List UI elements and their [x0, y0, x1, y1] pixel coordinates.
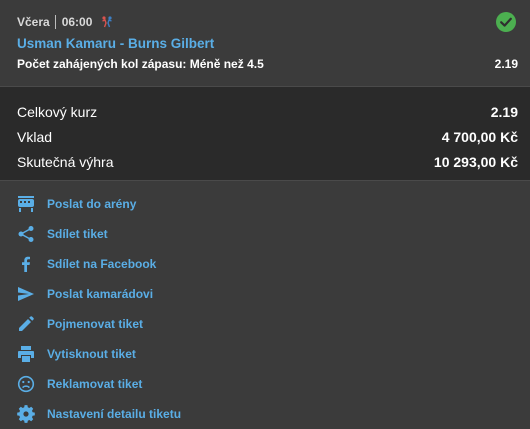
win-label: Skutečná výhra [17, 154, 114, 170]
bet-time: 06:00 [61, 15, 93, 29]
arena-icon [18, 196, 34, 212]
total-odds-label: Celkový kurz [17, 104, 98, 120]
complain-ticket-button[interactable]: Reklamovat tiket [17, 374, 142, 394]
action-label: Sdílet tiket [47, 227, 108, 241]
meta-divider [54, 15, 56, 29]
check-circle-icon [496, 12, 516, 32]
send-to-friend-button[interactable]: Poslat kamarádovi [17, 284, 153, 304]
rename-ticket-button[interactable]: Pojmenovat tiket [17, 314, 143, 334]
sport-icon [102, 16, 113, 28]
ticket-detail-settings-button[interactable]: Nastavení detailu tiketu [17, 404, 181, 424]
market-label: Počet zahájených kol zápasu: Méně než 4.… [17, 57, 264, 71]
total-odds-value: 2.19 [490, 104, 518, 120]
ticket-summary: Celkový kurz 2.19 Vklad 4 700,00 Kč Skut… [0, 86, 530, 181]
print-ticket-button[interactable]: Vytisknout tiket [17, 344, 136, 364]
match-name[interactable]: Usman Kamaru - Burns Gilbert [17, 36, 214, 51]
sad-face-icon [17, 375, 35, 393]
pencil-icon [19, 316, 34, 331]
win-value: 10 293,00 Kč [433, 154, 518, 170]
stake-label: Vklad [17, 129, 53, 145]
send-to-arena-button[interactable]: Poslat do arény [17, 194, 136, 214]
stake-row: Vklad 4 700,00 Kč [17, 129, 518, 145]
stake-value: 4 700,00 Kč [441, 129, 518, 145]
action-label: Vytisknout tiket [47, 347, 136, 361]
market-odds: 2.19 [494, 57, 518, 71]
print-icon [18, 346, 34, 362]
action-label: Nastavení detailu tiketu [47, 407, 182, 421]
bet-day: Včera [17, 15, 50, 29]
gear-icon [17, 405, 35, 423]
action-label: Pojmenovat tiket [47, 317, 144, 331]
action-label: Poslat kamarádovi [47, 287, 154, 301]
win-row: Skutečná výhra 10 293,00 Kč [17, 154, 518, 170]
share-icon [18, 226, 34, 242]
total-odds-row: Celkový kurz 2.19 [17, 104, 518, 120]
facebook-icon [22, 256, 30, 272]
action-label: Poslat do arény [47, 197, 137, 211]
share-ticket-button[interactable]: Sdílet tiket [17, 224, 108, 244]
bet-meta: Včera 06:00 [17, 14, 114, 30]
market-row: Počet zahájených kol zápasu: Méně než 4.… [17, 57, 518, 71]
action-label: Reklamovat tiket [47, 377, 143, 391]
send-icon [18, 287, 34, 301]
bet-card: Včera 06:00 Usman Kamaru - Burns Gilbert… [0, 0, 530, 86]
action-label: Sdílet na Facebook [47, 257, 157, 271]
ticket-actions: Poslat do arény Sdílet tiket Sdílet na F… [0, 182, 530, 429]
share-facebook-button[interactable]: Sdílet na Facebook [17, 254, 156, 274]
